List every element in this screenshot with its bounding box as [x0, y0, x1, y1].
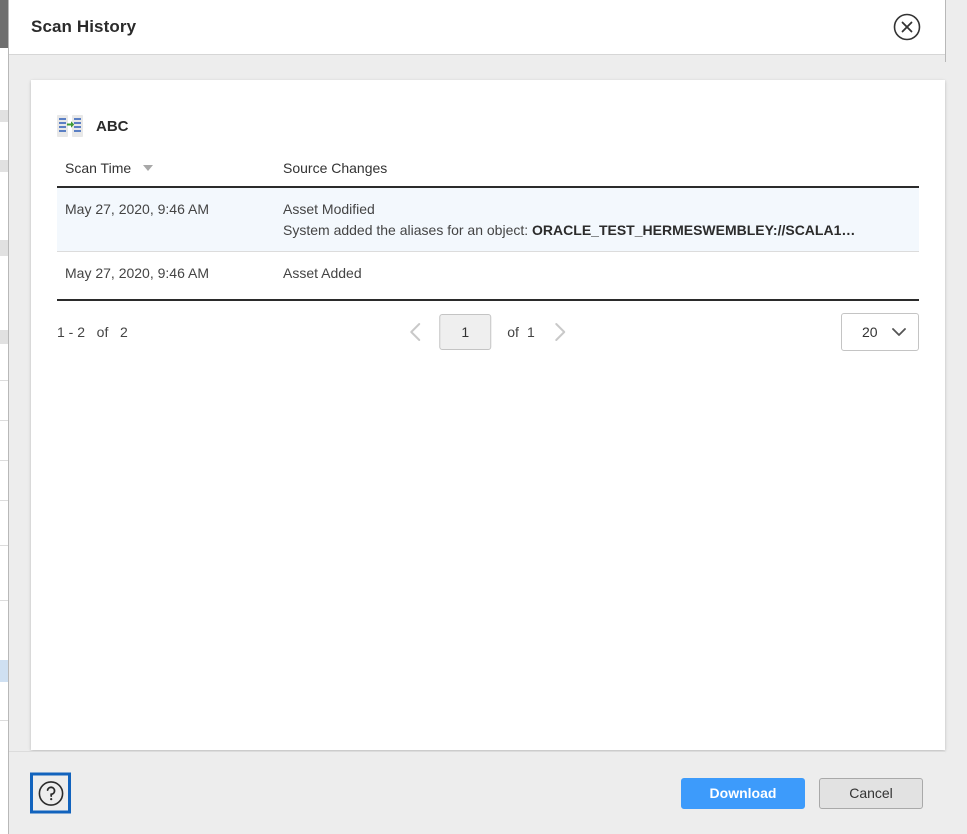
dialog-titlebar: Scan History	[9, 0, 945, 55]
cell-scan-time: May 27, 2020, 9:46 AM	[57, 187, 275, 252]
table-row[interactable]: May 27, 2020, 9:46 AM Asset Modified Sys…	[57, 187, 919, 252]
table-header-row: Scan Time Source Changes	[57, 152, 919, 188]
change-detail-prefix: System added the aliases for an object:	[283, 222, 533, 238]
table-row[interactable]: May 27, 2020, 9:46 AM Asset Added	[57, 251, 919, 301]
column-header-source-changes[interactable]: Source Changes	[275, 152, 919, 188]
column-header-scan-time[interactable]: Scan Time	[57, 152, 275, 188]
change-detail-value: ORACLE_TEST_HERMESWEMBLEY://SCALA1…	[532, 222, 856, 238]
cancel-button[interactable]: Cancel	[819, 777, 923, 809]
close-icon[interactable]	[892, 12, 922, 42]
change-detail: System added the aliases for an object: …	[283, 222, 911, 238]
cell-source-changes: Asset Added	[275, 251, 919, 301]
column-header-source-changes-label: Source Changes	[283, 160, 388, 176]
page-title: Scan History	[31, 17, 137, 36]
pager-of-label: of	[507, 324, 519, 340]
data-mapping-icon	[57, 115, 83, 137]
scan-history-table: Scan Time Source Changes May 27, 2020, 9…	[57, 152, 919, 301]
chevron-right-icon[interactable]	[543, 315, 577, 349]
change-title: Asset Modified	[283, 201, 375, 217]
column-header-scan-time-label: Scan Time	[65, 160, 132, 176]
table-body: May 27, 2020, 9:46 AM Asset Modified Sys…	[57, 187, 919, 301]
cell-source-changes: Asset Modified System added the aliases …	[275, 187, 919, 252]
result-range-label: 1 - 2 of 2	[57, 324, 128, 340]
dialog-footer: Download Cancel	[9, 751, 945, 834]
paginator: 1 - 2 of 2 of 1	[57, 301, 919, 363]
background-page-sliver	[0, 0, 9, 834]
page-size-select[interactable]: 2050100	[841, 313, 919, 351]
sort-descending-icon	[143, 165, 154, 172]
page-number-input[interactable]	[439, 314, 492, 350]
chevron-left-icon[interactable]	[399, 315, 433, 349]
asset-name: ABC	[96, 117, 129, 135]
footer-actions: Download Cancel	[681, 777, 923, 809]
right-gutter	[945, 0, 967, 834]
help-circle-icon[interactable]	[30, 772, 71, 814]
download-button[interactable]: Download	[681, 777, 805, 809]
scan-history-dialog: Scan History ABC Scan Time Source Change…	[9, 0, 945, 834]
table-head: Scan Time Source Changes	[57, 152, 919, 188]
change-title: Asset Added	[283, 265, 362, 281]
pager-controls: of 1	[399, 314, 576, 350]
cell-scan-time: May 27, 2020, 9:46 AM	[57, 251, 275, 301]
page-size-wrapper: 2050100	[841, 313, 919, 351]
scan-history-card: ABC Scan Time Source Changes May 27, 202…	[31, 80, 945, 750]
dialog-body: ABC Scan Time Source Changes May 27, 202…	[9, 55, 945, 751]
pager-total-pages: 1	[526, 324, 535, 340]
gutter-divider	[945, 0, 946, 62]
asset-header: ABC	[31, 80, 945, 144]
